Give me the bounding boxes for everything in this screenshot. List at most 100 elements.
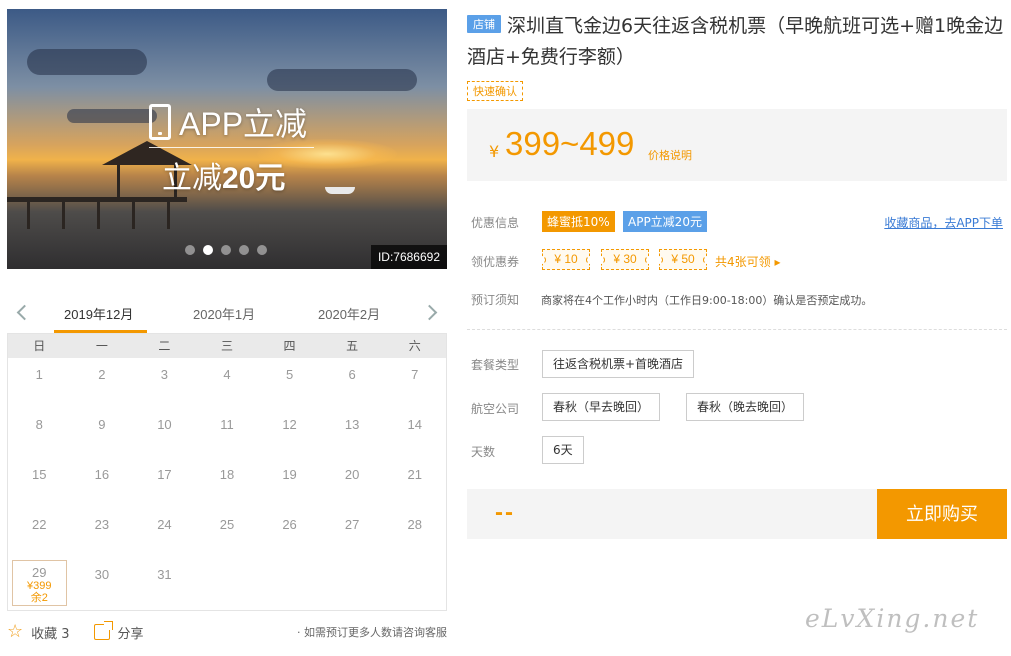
site-watermark: eLvXing.net	[805, 604, 980, 633]
section-divider	[467, 329, 1007, 330]
promo-reduce-amount: 20元	[222, 162, 286, 195]
calendar-weekday-header: 日 一 二 三 四 五 六	[8, 334, 446, 358]
offers-label: 优惠信息	[471, 216, 520, 230]
package-label: 套餐类型	[471, 358, 520, 372]
tab-month-2[interactable]: 2020年1月	[193, 304, 255, 323]
days-label: 天数	[471, 445, 496, 459]
days-row: 天数 6天	[471, 436, 1007, 466]
coupon-10[interactable]: ¥ 10	[538, 249, 594, 270]
notice-row: 预订须知 商家将在4个工作小时内（工作日9:00-18:00）确认是否预定成功。	[471, 291, 1007, 311]
calendar-day: 31	[157, 567, 172, 582]
product-title: 深圳直飞金边6天往返含税机票（早晚航班可选+赠1晚金边酒店+免费行李额）	[467, 15, 1004, 68]
carousel-dot-active[interactable]	[203, 245, 213, 255]
calendar-day-stock: 余2	[30, 592, 48, 604]
save-to-app-link[interactable]: 收藏商品，去APP下单	[884, 214, 1003, 231]
star-icon[interactable]: ☆	[7, 623, 23, 641]
days-option[interactable]: 6天	[542, 436, 584, 464]
shop-badge[interactable]: 店铺	[467, 15, 501, 33]
carousel-dot[interactable]	[239, 245, 249, 255]
calendar-day: 15	[32, 467, 47, 482]
airline-option-early[interactable]: 春秋（早去晚回）	[542, 393, 661, 421]
honey-discount-tag: 蜂蜜抵10%	[542, 211, 615, 232]
more-coupons-link[interactable]: 共4张可领 ▸	[715, 253, 780, 270]
calendar-day: 26	[282, 517, 297, 532]
calendar-day: 19	[282, 467, 297, 482]
buy-now-button[interactable]: 立即购买	[877, 489, 1007, 539]
calendar-day: 4	[223, 367, 231, 382]
carousel-dots	[185, 245, 267, 255]
coupons-label: 领优惠券	[471, 255, 520, 269]
offers-row: 优惠信息 蜂蜜抵10% APP立减20元 收藏商品，去APP下单	[471, 211, 1007, 235]
calendar-day: 5	[285, 367, 294, 382]
weekday-label: 二	[158, 339, 171, 353]
tab-month-1[interactable]: 2019年12月	[64, 304, 133, 323]
coupon-30[interactable]: ¥ 30	[597, 249, 653, 270]
calendar-day: 27	[344, 517, 360, 532]
calendar-day: 18	[219, 467, 235, 482]
boat	[325, 187, 355, 194]
pier-post	[97, 197, 100, 229]
phone-icon	[149, 104, 171, 140]
calendar-day: 21	[407, 467, 422, 482]
next-month-arrow-icon[interactable]	[421, 304, 438, 321]
coupon-50[interactable]: ¥ 50	[655, 249, 711, 270]
tab-month-3[interactable]: 2020年2月	[318, 304, 380, 323]
weekday-label: 五	[346, 339, 359, 353]
promo-divider	[149, 147, 314, 148]
calendar-day: 12	[282, 417, 297, 432]
prev-month-arrow-icon[interactable]	[16, 304, 33, 321]
weekday-label: 一	[95, 339, 108, 353]
notice-label: 预订须知	[471, 293, 520, 307]
calendar-footer: ☆ 收藏 3 分享 · 如需预订更多人数请咨询客服	[7, 621, 447, 642]
price-explanation-link[interactable]: 价格说明	[648, 147, 692, 163]
calendar-day-selected[interactable]: 29 ¥399 余2	[12, 560, 67, 606]
promo-title: APP立减	[149, 99, 307, 145]
calendar-day-number: 29	[32, 565, 47, 580]
calendar-day: 16	[94, 467, 110, 482]
pier-post	[62, 197, 65, 229]
share-button[interactable]: 分享	[118, 623, 144, 642]
carousel-dot[interactable]	[185, 245, 195, 255]
calendar-day: 2	[98, 367, 106, 382]
pier-post	[27, 197, 30, 229]
coupons-row: 领优惠券 ¥ 10 ¥ 30 ¥ 50 共4张可领 ▸	[471, 249, 1007, 274]
share-icon[interactable]	[93, 621, 113, 640]
selected-total-placeholder: --	[495, 499, 515, 526]
product-banner[interactable]: APP立减 立减20元 ID:7686692	[7, 9, 447, 269]
carousel-dot[interactable]	[257, 245, 267, 255]
carousel-dot[interactable]	[221, 245, 231, 255]
notice-text: 商家将在4个工作小时内（工作日9:00-18:00）确认是否预定成功。	[541, 294, 873, 307]
promo-title-text: APP立减	[179, 106, 308, 142]
pier-post	[167, 197, 170, 229]
calendar-day: 22	[32, 517, 47, 532]
promo-reduce-prefix: 立减	[162, 161, 222, 196]
airline-row: 航空公司 春秋（早去晚回） 春秋（晚去晚回）	[471, 393, 1007, 423]
calendar-day: 9	[98, 417, 106, 432]
calendar-day: 30	[94, 567, 110, 582]
product-title-block: 店铺 深圳直飞金边6天往返含税机票（早晚航班可选+赠1晚金边酒店+免费行李额）	[467, 11, 1007, 73]
calendar-day: 17	[157, 467, 172, 482]
weekday-label: 三	[220, 339, 233, 353]
pier-post	[132, 197, 135, 229]
weekday-label: 四	[283, 339, 296, 353]
calendar-day: 3	[160, 367, 169, 382]
cloud-shape	[67, 109, 157, 123]
calendar-day: 6	[348, 367, 356, 382]
calendar-day: 11	[220, 417, 234, 432]
favorite-button[interactable]: 收藏 3	[31, 623, 69, 642]
calendar-day: 7	[411, 367, 419, 382]
calendar-day: 25	[219, 517, 235, 532]
airline-label: 航空公司	[471, 402, 520, 416]
calendar-day: 14	[407, 417, 422, 432]
price-box: ¥ 399~499 价格说明	[467, 109, 1007, 181]
group-booking-note: · 如需预订更多人数请咨询客服	[297, 626, 447, 639]
product-id-tag: ID:7686692	[370, 245, 447, 269]
package-option[interactable]: 往返含税机票+首晚酒店	[542, 350, 695, 378]
app-discount-tag: APP立减20元	[623, 211, 707, 232]
calendar-day: 23	[94, 517, 110, 532]
promo-reduce: 立减20元	[162, 153, 285, 197]
calendar-days: 1 2 3 4 5 6 7 8 9 10 11 12 13 14 15 16 1…	[8, 358, 446, 608]
cloud-shape	[27, 49, 147, 75]
price-currency: ¥	[489, 142, 500, 161]
airline-option-late[interactable]: 春秋（晚去晚回）	[686, 393, 805, 421]
